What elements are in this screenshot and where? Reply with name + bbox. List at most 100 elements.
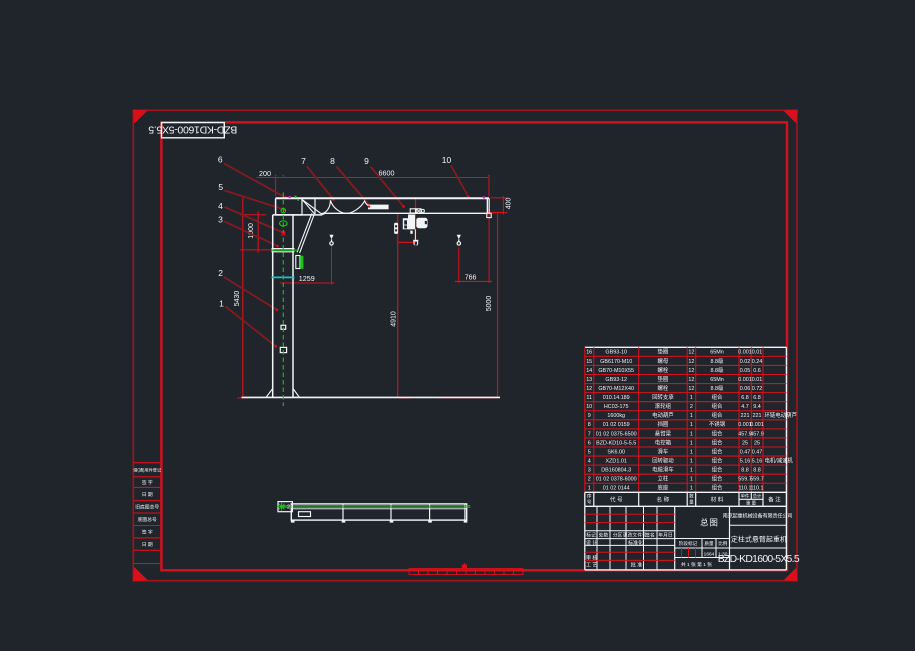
svg-text:序: 序 (587, 492, 592, 499)
svg-text:8: 8 (330, 156, 335, 166)
svg-text:13: 13 (586, 377, 592, 383)
svg-text:组合: 组合 (712, 447, 723, 455)
svg-text:1: 1 (219, 298, 224, 308)
svg-text:批 准: 批 准 (631, 562, 642, 569)
svg-text:2: 2 (588, 477, 591, 483)
svg-text:1664: 1664 (704, 551, 715, 557)
svg-text:1: 1 (690, 413, 693, 419)
svg-text:9.4: 9.4 (753, 404, 761, 410)
svg-text:组合: 组合 (712, 475, 723, 483)
svg-text:GB70-M12X40: GB70-M12X40 (598, 386, 634, 392)
svg-text:定柱式悬臂起重机: 定柱式悬臂起重机 (731, 534, 787, 543)
svg-text:4.7: 4.7 (741, 404, 749, 410)
svg-text:6: 6 (218, 154, 223, 164)
svg-text:GB70-M10X55: GB70-M10X55 (598, 368, 634, 374)
svg-text:4: 4 (218, 201, 223, 211)
svg-text:号: 号 (587, 499, 592, 505)
svg-text:总计: 总计 (753, 493, 762, 500)
svg-text:审 核: 审 核 (586, 555, 597, 562)
svg-text:不锈钢: 不锈钢 (709, 420, 725, 428)
svg-text:1: 1 (690, 486, 693, 492)
svg-text:回转支承: 回转支承 (652, 393, 674, 401)
svg-text:日 期: 日 期 (142, 492, 153, 498)
svg-text:处数: 处数 (599, 532, 609, 539)
svg-text:457.9: 457.9 (750, 431, 764, 437)
svg-text:12: 12 (688, 350, 694, 356)
svg-text:9: 9 (588, 413, 591, 419)
svg-text:年月日: 年月日 (658, 532, 672, 539)
svg-text:回转驱动: 回转驱动 (652, 456, 674, 464)
svg-text:签 字: 签 字 (142, 529, 153, 536)
svg-text:工 艺: 工 艺 (586, 563, 597, 569)
svg-text:8.8: 8.8 (741, 468, 749, 474)
svg-text:15: 15 (586, 359, 592, 365)
svg-text:材 料: 材 料 (711, 496, 724, 504)
svg-text:7: 7 (301, 156, 306, 166)
svg-text:立柱: 立柱 (658, 475, 669, 483)
svg-text:5: 5 (588, 449, 591, 455)
svg-text:0.06: 0.06 (740, 386, 751, 392)
svg-text:1: 1 (690, 440, 693, 446)
svg-text:0.05: 0.05 (740, 368, 751, 374)
svg-text:0.6: 0.6 (753, 368, 761, 374)
svg-text:221: 221 (741, 413, 750, 419)
svg-text:垫圈: 垫圈 (658, 348, 669, 356)
svg-text:01 02 0144: 01 02 0144 (603, 486, 630, 492)
svg-text:0.01: 0.01 (752, 350, 763, 356)
svg-text:1: 1 (588, 486, 591, 492)
svg-text:数: 数 (689, 492, 694, 499)
svg-text:XZD1.01: XZD1.01 (606, 458, 627, 464)
svg-text:5.16: 5.16 (752, 458, 763, 464)
svg-text:0.02: 0.02 (740, 359, 751, 365)
svg-text:0.001: 0.001 (750, 422, 764, 428)
svg-text:0.72: 0.72 (752, 386, 763, 392)
svg-text:GB6170-M10: GB6170-M10 (600, 359, 632, 365)
svg-text:更改文件号: 更改文件号 (623, 532, 647, 539)
svg-text:12: 12 (688, 359, 694, 365)
svg-text:单件: 单件 (741, 493, 750, 500)
svg-text:01 02 0378-6000: 01 02 0378-6000 (596, 477, 637, 483)
svg-text:1000: 1000 (248, 223, 255, 239)
svg-text:12: 12 (586, 386, 592, 392)
svg-text:2: 2 (287, 505, 290, 511)
svg-text:螺母: 螺母 (658, 357, 669, 365)
svg-text:10: 10 (442, 155, 452, 165)
svg-text:环链电动葫芦: 环链电动葫芦 (765, 411, 798, 419)
svg-text:25: 25 (742, 440, 748, 446)
svg-text:1: 1 (690, 458, 693, 464)
svg-text:1: 1 (690, 477, 693, 483)
svg-text:滚轮组: 滚轮组 (655, 402, 672, 410)
svg-text:0.47: 0.47 (752, 449, 763, 455)
svg-text:DB160804.3: DB160804.3 (601, 468, 631, 474)
svg-text:2: 2 (690, 404, 693, 410)
svg-text:559.7: 559.7 (750, 477, 764, 483)
svg-text:挡圈: 挡圈 (658, 420, 669, 428)
svg-text:悬臂梁: 悬臂梁 (655, 429, 672, 437)
svg-text:签名: 签名 (645, 532, 655, 539)
svg-text:65Mn: 65Mn (710, 350, 724, 356)
svg-text:螺栓: 螺栓 (658, 384, 669, 392)
svg-text:010.14.189: 010.14.189 (603, 395, 630, 401)
svg-text:2: 2 (218, 268, 223, 278)
svg-text:11: 11 (586, 395, 592, 401)
svg-text:量: 量 (689, 498, 694, 505)
svg-text:组合: 组合 (712, 402, 723, 410)
svg-text:电机/减速机: 电机/减速机 (765, 456, 794, 464)
svg-text:6.8: 6.8 (741, 395, 749, 401)
svg-text:组合: 组合 (712, 411, 723, 419)
svg-text:14: 14 (586, 368, 592, 374)
svg-text:设 计: 设 计 (586, 539, 597, 546)
svg-text:备 注: 备 注 (768, 496, 781, 504)
svg-text:分区: 分区 (613, 532, 623, 539)
svg-text:01 02 0375-6500: 01 02 0375-6500 (596, 431, 637, 437)
svg-text:标准化: 标准化 (628, 539, 643, 546)
svg-text:重 量: 重 量 (746, 499, 757, 506)
svg-text:0.24: 0.24 (752, 359, 763, 365)
svg-text:400: 400 (506, 197, 513, 209)
svg-text:名 称: 名 称 (657, 496, 670, 504)
svg-text:3: 3 (218, 214, 223, 224)
svg-text:电动葫芦: 电动葫芦 (652, 411, 674, 419)
svg-text:0.001: 0.001 (738, 377, 752, 383)
svg-text:5430: 5430 (234, 291, 241, 307)
svg-text:组合: 组合 (712, 438, 723, 446)
